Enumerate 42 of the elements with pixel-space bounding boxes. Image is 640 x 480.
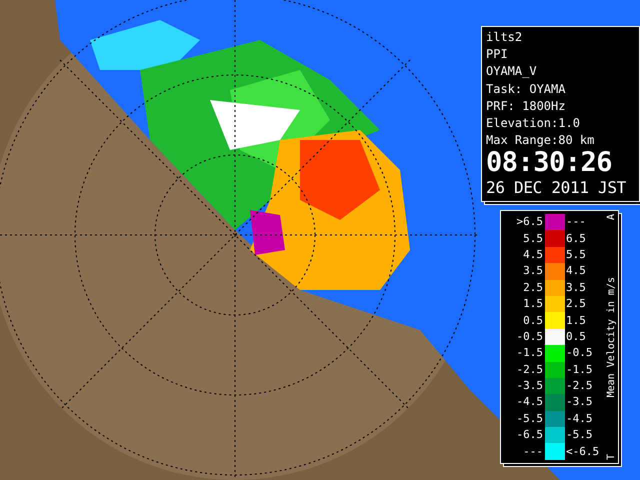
legend-value: 4.5 [566, 264, 587, 278]
legend-mark: A [606, 214, 617, 220]
info-line: PPI [486, 46, 509, 64]
legend-value: -6.5 [516, 428, 543, 442]
legend-value: 0.5 [522, 314, 543, 328]
legend-value: -3.5 [566, 395, 594, 410]
legend-value: 2.5 [522, 280, 543, 295]
legend-value: -3.5 [516, 379, 543, 394]
legend-value: 4.5 [522, 248, 543, 262]
legend-value: 6.5 [566, 232, 587, 246]
legend-value: --- [522, 444, 543, 459]
info-line: Task: OYAMA [486, 80, 566, 98]
legend-value: --- [566, 215, 587, 230]
legend-value: -5.5 [566, 428, 594, 442]
scan-time: 08:30:26 [486, 149, 614, 178]
legend-value: -1.5 [566, 362, 594, 377]
legend-value: 1.5 [566, 314, 587, 328]
legend-value: 3.5 [522, 264, 543, 278]
info-line: ilts2 [486, 29, 524, 46]
legend-value: 0.5 [566, 330, 587, 344]
info-line: Elevation:1.0 [486, 115, 581, 132]
info-line: Max Range:80 km [486, 132, 596, 150]
legend-value: -2.5 [516, 362, 543, 377]
legend-value: 3.5 [566, 280, 587, 295]
scan-date: 26 DEC 2011 JST [486, 177, 627, 200]
legend-value: -5.5 [516, 412, 543, 426]
legend-value: -2.5 [566, 379, 594, 394]
legend-value: -4.5 [566, 412, 594, 426]
legend-value: 2.5 [566, 297, 587, 312]
legend-value: -0.5 [566, 346, 594, 360]
legend-title: Mean Velocity in m/s [606, 276, 617, 398]
legend-value: -4.5 [516, 395, 543, 410]
legend-value: -0.5 [516, 330, 543, 344]
legend-value: >6.5 [516, 215, 543, 230]
legend-value: -1.5 [516, 346, 543, 360]
legend-value: 5.5 [522, 232, 543, 246]
legend-value: <-6.5 [566, 444, 600, 459]
legend-mark: T [606, 454, 617, 460]
legend-value: 5.5 [566, 248, 587, 262]
legend-value: 1.5 [522, 297, 543, 312]
info-line: PRF: 1800Hz [486, 98, 566, 115]
info-line: OYAMA_V [486, 63, 538, 80]
